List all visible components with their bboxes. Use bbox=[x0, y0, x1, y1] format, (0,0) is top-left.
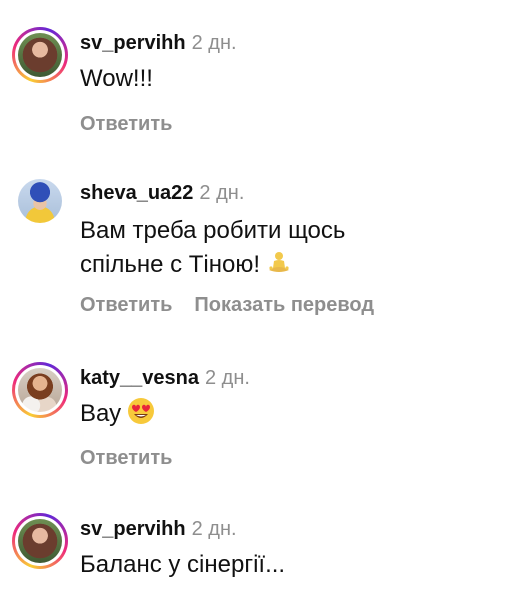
comment-text: Wow!!! bbox=[80, 65, 153, 92]
user-avatar-photo-icon bbox=[18, 179, 62, 223]
avatar[interactable] bbox=[12, 362, 68, 418]
comment-actions: Ответить bbox=[80, 447, 194, 470]
comment-header: sv_pervihh 2 дн. bbox=[80, 32, 237, 55]
avatar[interactable] bbox=[12, 173, 68, 229]
comment-text-line: Вам треба робити щось bbox=[80, 217, 346, 244]
comment-text: Вау bbox=[80, 397, 155, 435]
username[interactable]: katy__vesna bbox=[80, 367, 199, 389]
comment-text: Баланс у сінергії... bbox=[80, 551, 286, 578]
comment-header: sheva_ua22 2 дн. bbox=[80, 182, 244, 205]
avatar[interactable] bbox=[12, 27, 68, 83]
username[interactable]: sheva_ua22 bbox=[80, 182, 193, 204]
heart-eyes-emoji-icon bbox=[127, 397, 155, 435]
comment-actions: Ответить bbox=[80, 113, 194, 136]
comment-header: katy__vesna 2 дн. bbox=[80, 367, 250, 390]
comment-text: Вам треба робити щось спільне с Тіною! bbox=[80, 214, 345, 286]
avatar[interactable] bbox=[12, 513, 68, 569]
reply-button[interactable]: Ответить bbox=[80, 447, 172, 469]
username[interactable]: sv_pervihh bbox=[80, 518, 186, 540]
username[interactable]: sv_pervihh bbox=[80, 32, 186, 54]
person-in-lotus-position-emoji-icon bbox=[266, 250, 292, 286]
timestamp: 2 дн. bbox=[191, 518, 237, 540]
timestamp: 2 дн. bbox=[191, 32, 237, 54]
user-avatar-photo-icon bbox=[18, 519, 62, 563]
translate-button[interactable]: Показать перевод bbox=[194, 294, 374, 316]
comment-header: sv_pervihh 2 дн. bbox=[80, 518, 237, 541]
timestamp: 2 дн. bbox=[204, 367, 250, 389]
comment-actions: Ответить Показать перевод bbox=[80, 294, 396, 317]
reply-button[interactable]: Ответить bbox=[80, 294, 172, 316]
user-avatar-photo-icon bbox=[18, 368, 62, 412]
timestamp: 2 дн. bbox=[199, 182, 245, 204]
comment-text-line: спільне с Тіною! bbox=[80, 248, 345, 286]
user-avatar-photo-icon bbox=[18, 33, 62, 77]
reply-button[interactable]: Ответить bbox=[80, 113, 172, 135]
